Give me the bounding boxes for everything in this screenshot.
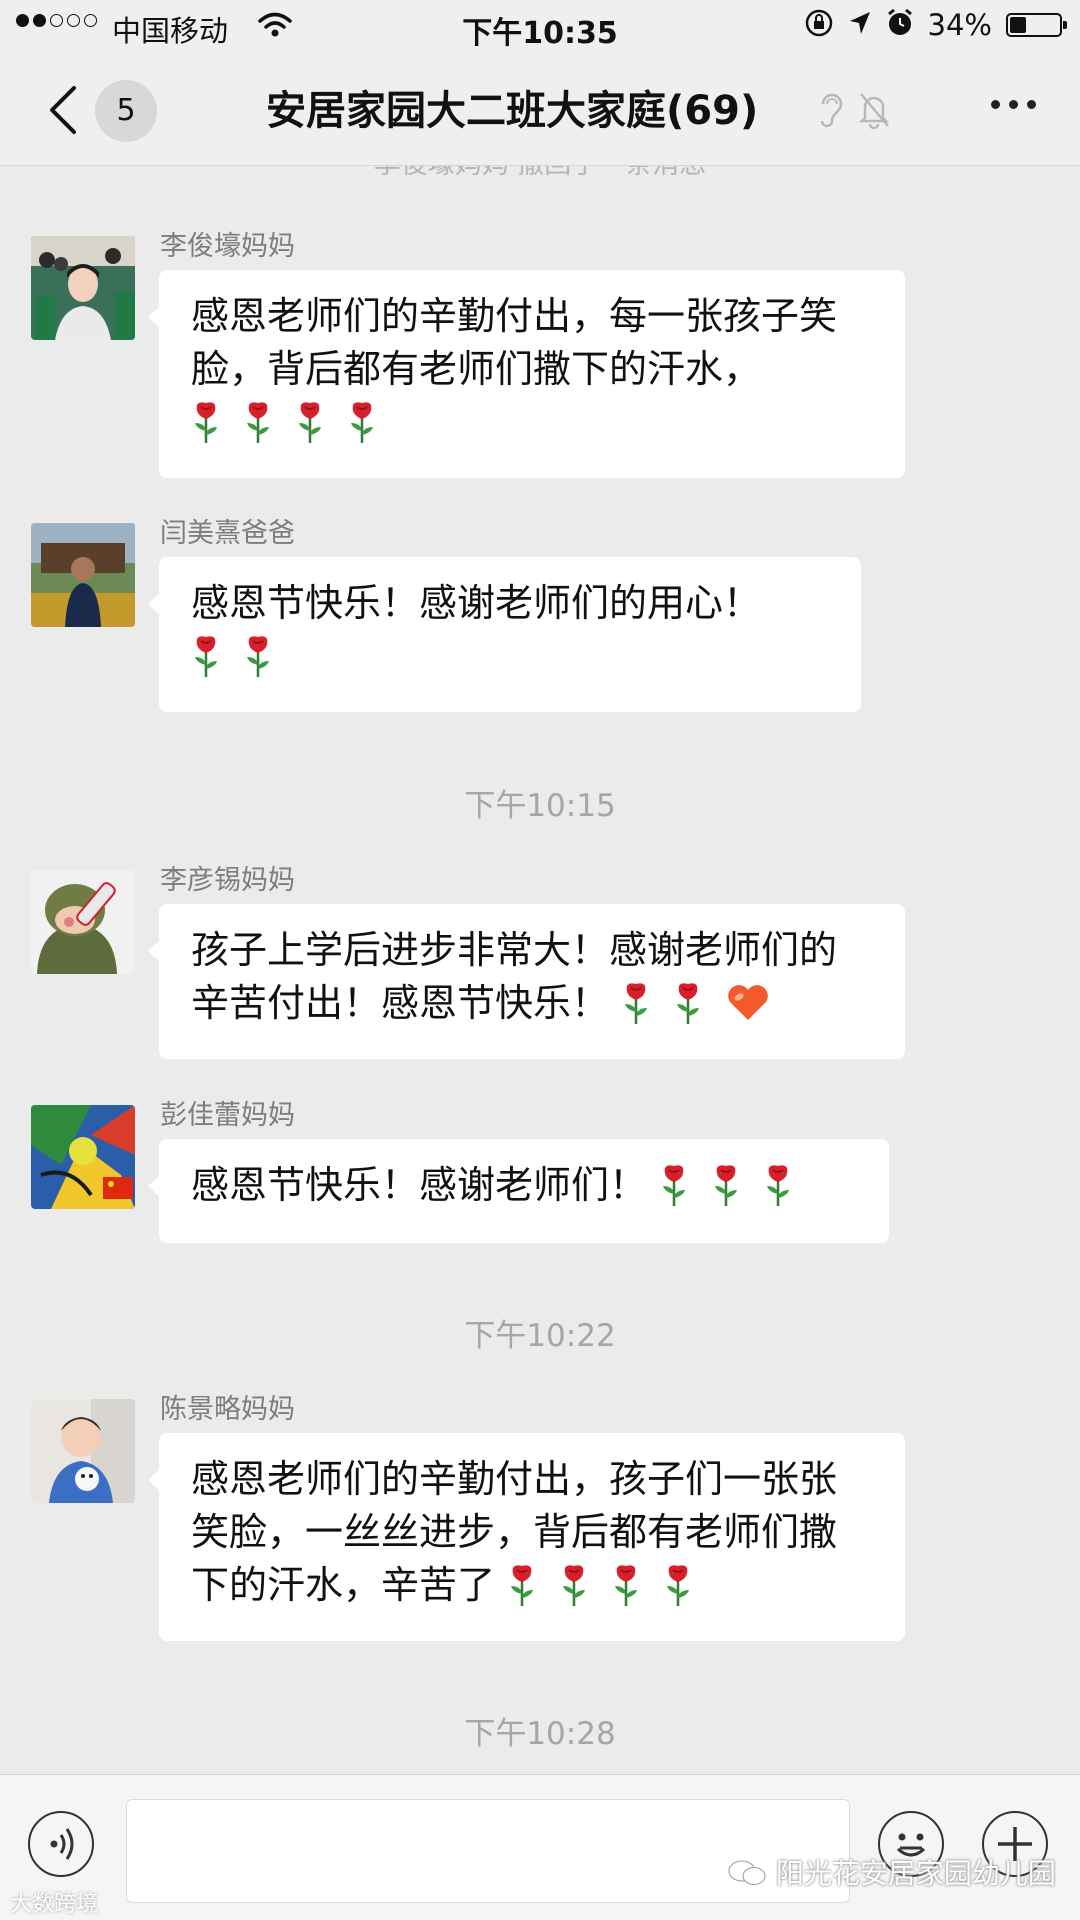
sender-name: 李彦锡妈妈 [160,865,295,896]
battery-icon [1006,13,1067,37]
account-watermark-text: 阳光花安居家园幼儿园 [775,1857,1056,1890]
emoji-row [191,634,273,678]
message-bubble[interactable]: 感恩老师们的辛勤付出，孩子们一张张笑脸，一丝丝进步，背后都有老师们撒下的汗水，辛… [148,1433,905,1641]
source-watermark: 大数跨境 [10,1886,98,1918]
sender-name: 陈景略妈妈 [160,1394,295,1425]
message-text: 感恩节快乐！感谢老师们！ [191,1163,648,1207]
account-watermark: 阳光花安居家园幼儿园 [727,1852,1056,1892]
rose-emoji-icon [673,980,703,1024]
timestamp: 下午10:15 [464,788,616,824]
sender-name: 闫美熹爸爸 [160,518,295,549]
message-bubble[interactable]: 感恩节快乐！感谢老师们的用心！ [148,557,861,712]
timestamp: 下午10:22 [464,1318,616,1354]
rose-emoji-icon [611,1562,641,1606]
back-chevron-icon[interactable] [44,84,84,136]
chat-header: 5 安居家园大二班大家庭(69) [0,54,1080,166]
chat-title: 安居家园大二班大家庭(69) [266,88,759,134]
rose-emoji-icon [295,399,325,443]
orientation-lock-icon [804,8,834,42]
message-bubble[interactable]: 孩子上学后进步非常大！感谢老师们的辛苦付出！感恩节快乐！ [148,904,905,1059]
heart-emoji-icon [725,982,771,1022]
rose-emoji-icon [347,399,377,443]
chat-message-list[interactable]: 李俊壕妈妈 撤回了一条消息 李俊壕妈妈 感恩老师们的辛勤付出，每一张孩子笑脸，背… [0,166,1080,1774]
sender-name: 彭佳蕾妈妈 [160,1100,295,1131]
emoji-row [659,1163,793,1207]
sender-name: 李俊壕妈妈 [160,231,295,262]
more-options-icon[interactable] [991,100,1036,109]
emoji-row [621,981,771,1025]
avatar[interactable] [31,523,135,627]
voice-input-icon[interactable] [28,1811,94,1877]
avatar[interactable] [31,1399,135,1503]
unread-count-badge[interactable]: 5 [95,80,157,142]
wechat-logo-icon [728,1860,766,1885]
rose-emoji-icon [191,399,221,443]
recall-notice: 李俊壕妈妈 撤回了一条消息 [0,166,1080,181]
rose-emoji-icon [559,1562,589,1606]
status-bar: 中国移动 下午10:35 34% [0,0,1080,54]
earpiece-mode-icon [816,90,846,134]
message-text: 感恩老师们的辛勤付出，每一张孩子笑脸，背后都有老师们撒下的汗水， [191,294,838,391]
rose-emoji-icon [621,980,651,1024]
emoji-row [507,1563,693,1607]
alarm-icon [886,8,914,42]
location-arrow-icon [848,10,872,40]
rose-emoji-icon [243,633,273,677]
input-toolbar [0,1774,1080,1920]
rose-emoji-icon [711,1162,741,1206]
message-text: 感恩节快乐！感谢老师们的用心！ [191,581,762,625]
rose-emoji-icon [191,633,221,677]
avatar[interactable] [31,870,135,974]
rose-emoji-icon [243,399,273,443]
avatar[interactable] [31,236,135,340]
avatar[interactable] [31,1105,135,1209]
message-bubble[interactable]: 感恩老师们的辛勤付出，每一张孩子笑脸，背后都有老师们撒下的汗水， [148,270,905,478]
emoji-row [191,400,377,444]
battery-percent: 34% [927,8,992,42]
message-bubble[interactable]: 感恩节快乐！感谢老师们！ [148,1139,889,1243]
rose-emoji-icon [763,1162,793,1206]
rose-emoji-icon [659,1162,689,1206]
source-watermark-text: 大数跨境 [10,1892,99,1917]
rose-emoji-icon [663,1562,693,1606]
mute-bell-icon [856,90,892,134]
rose-emoji-icon [507,1562,537,1606]
timestamp: 下午10:28 [464,1716,616,1752]
